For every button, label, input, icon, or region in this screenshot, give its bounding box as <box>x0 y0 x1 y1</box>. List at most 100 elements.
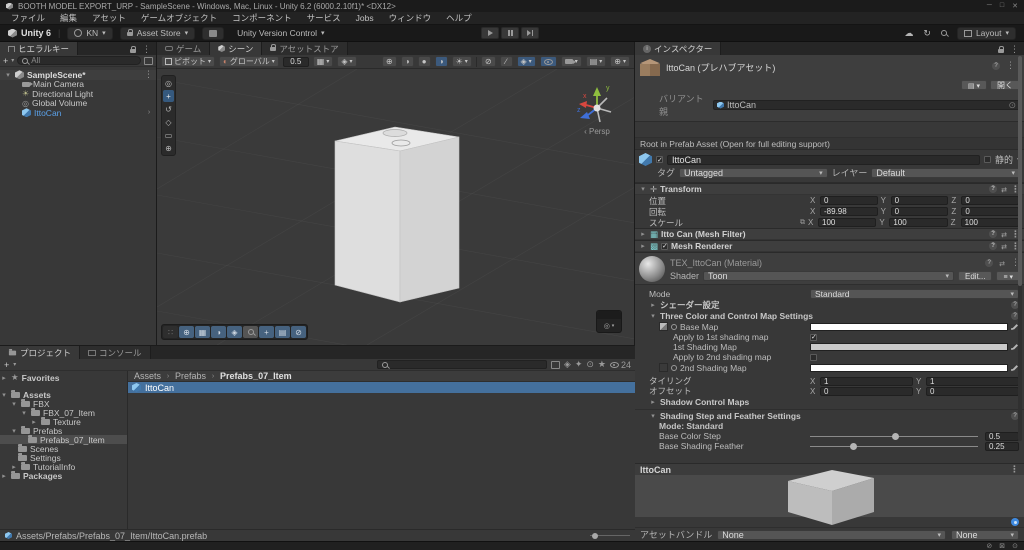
help-icon[interactable] <box>992 61 1000 70</box>
cloud-icon[interactable]: ☁ <box>904 28 913 39</box>
menu-window[interactable]: ウィンドウ <box>382 12 439 25</box>
scale-z-field[interactable]: 100 <box>960 218 1019 227</box>
help-icon[interactable] <box>989 242 998 250</box>
history-icon[interactable]: ↻ <box>923 28 931 39</box>
offset-x-field[interactable]: 0 <box>820 386 913 396</box>
grid-snap-dropdown[interactable]: ▦ ▾ <box>312 56 334 67</box>
foldout-icon[interactable]: ▸ <box>649 301 657 309</box>
play-button[interactable] <box>481 27 499 39</box>
foldout-icon[interactable]: ▸ <box>0 472 8 480</box>
help-icon[interactable] <box>985 258 994 267</box>
position-z-field[interactable]: 0 <box>961 196 1020 205</box>
apply-2nd-checkbox[interactable] <box>810 353 817 361</box>
cam-overlay-dropdown-icon[interactable]: ▾ <box>612 323 615 329</box>
tab-inspector[interactable]: i インスペクター <box>635 42 722 55</box>
orientation-gizmo[interactable]: y x z <box>574 81 620 127</box>
offset-y-field[interactable]: 0 <box>926 386 1019 396</box>
breadcrumb-current[interactable]: Prefabs_07_Item <box>220 371 292 381</box>
effects-dropdown[interactable]: ☀ ▾ <box>451 56 472 67</box>
name-field[interactable]: IttoCan <box>667 154 980 165</box>
hierarchy-item-directional-light[interactable]: ☀ Directional Light <box>0 89 156 99</box>
console-messages-icon[interactable]: ⊠ <box>999 542 1005 550</box>
space-dropdown[interactable]: ◐ グローバル ▾ <box>219 56 279 67</box>
minimize-button[interactable]: ─ <box>987 2 992 10</box>
snap-increment-dropdown[interactable]: ◈ ▾ <box>337 56 357 67</box>
scale-y-field[interactable]: 100 <box>889 218 948 227</box>
texture-thumb-icon[interactable] <box>659 322 668 331</box>
add-dropdown-icon[interactable]: ▾ <box>13 361 16 368</box>
menu-help[interactable]: ヘルプ <box>439 12 479 25</box>
search-log-icon[interactable]: ⊙ <box>586 359 594 370</box>
asset-item-ittocan[interactable]: IttoCan <box>128 382 635 393</box>
lock-icon[interactable] <box>998 46 1004 53</box>
grid-dropdown[interactable]: ▤ ▾ <box>585 56 607 67</box>
scene-row[interactable]: ▾ SampleScene* <box>0 70 156 80</box>
second-shading-color-swatch[interactable] <box>810 363 1008 372</box>
menu-gameobject[interactable]: ゲームオブジェクト <box>134 12 224 25</box>
tree-item-scenes[interactable]: Scenes <box>0 443 127 454</box>
mode-dropdown[interactable]: Standard <box>810 288 1019 299</box>
scene-menu-icon[interactable] <box>144 69 153 80</box>
search-window-icon[interactable] <box>550 360 560 369</box>
three-color-foldout[interactable]: ▾ Three Color and Control Map Settings <box>635 310 1024 321</box>
shader-settings-foldout[interactable]: ▸ シェーダー設定 <box>635 299 1024 310</box>
tree-item-favorites[interactable]: ▸ ★ Favorites <box>0 372 127 383</box>
apply-1st-checkbox[interactable] <box>810 333 817 341</box>
favorites-star-icon[interactable]: ★ <box>598 359 606 370</box>
overlay-snap-button[interactable]: ◈ <box>227 326 242 338</box>
scale-link-icon[interactable]: ⧉ <box>800 219 805 227</box>
pause-button[interactable] <box>501 27 519 39</box>
tiling-x-field[interactable]: 1 <box>820 376 913 386</box>
maximize-button[interactable]: □ <box>1000 2 1004 10</box>
hierarchy-search-input[interactable]: All <box>17 56 141 65</box>
base-feather-field[interactable]: 0.25 <box>985 441 1019 451</box>
perspective-label[interactable]: ‹ Persp <box>574 127 620 136</box>
foldout-icon[interactable]: ▸ <box>649 398 657 406</box>
add-button[interactable]: + <box>3 56 8 66</box>
texture-slot-icon[interactable] <box>671 323 677 330</box>
transform-header[interactable]: ▾ ✛ Transform <box>635 183 1024 195</box>
rotation-z-field[interactable]: 0 <box>961 207 1020 216</box>
tab-scene[interactable]: シーン <box>210 42 263 55</box>
hierarchy-item-ittocan[interactable]: IttoCan › <box>0 108 156 118</box>
tab-asset-store[interactable]: アセットストア <box>262 42 348 55</box>
layer-dropdown[interactable]: Default <box>871 167 1020 178</box>
scene-viewport[interactable]: ◎ + ↺ ◇ ▭ ⊕ y x z ‹ Persp ∷ ⊕ ▦ ◑ ◈ + ▤ … <box>157 69 634 345</box>
texture-thumb-icon[interactable] <box>659 363 668 372</box>
menu-services[interactable]: サービス <box>300 12 348 25</box>
overlay-search-button[interactable] <box>243 326 258 338</box>
preset-icon[interactable] <box>1001 241 1007 251</box>
base-feather-slider[interactable] <box>810 441 978 451</box>
mesh-filter-header[interactable]: ▸ ▦ Itto Can (Mesh Filter) <box>635 228 1024 240</box>
overlay-view-options-button[interactable]: ◑ <box>211 326 226 338</box>
scene-2d-button[interactable]: ◑ <box>400 56 414 67</box>
notifications-muted-icon[interactable]: ⊘ <box>986 542 992 550</box>
shadow-maps-foldout[interactable]: ▸ Shadow Control Maps <box>635 396 1024 407</box>
variant-parent-field[interactable]: IttoCan ⊙ <box>713 100 1020 110</box>
foldout-icon[interactable]: ▸ <box>10 463 18 471</box>
foldout-icon[interactable]: ▾ <box>639 185 647 193</box>
panel-menu-icon[interactable] <box>142 44 151 55</box>
step-button[interactable] <box>521 27 539 39</box>
tab-project[interactable]: プロジェクト <box>0 346 81 359</box>
foldout-icon[interactable]: ▾ <box>10 427 18 435</box>
skybox-toggle-button[interactable]: ◑ <box>434 56 448 67</box>
thumbnail-size-slider[interactable] <box>590 532 630 539</box>
renderer-enabled-checkbox[interactable] <box>661 242 669 250</box>
mesh-renderer-header[interactable]: ▸ ▩ Mesh Renderer <box>635 240 1024 252</box>
active-checkbox[interactable] <box>656 156 663 164</box>
shader-dropdown[interactable]: Toon <box>703 271 954 281</box>
project-search-input[interactable] <box>376 360 547 369</box>
hierarchy-item-main-camera[interactable]: Main Camera <box>0 79 156 89</box>
position-y-field[interactable]: 0 <box>890 196 949 205</box>
breadcrumb-prefabs[interactable]: Prefabs <box>175 371 206 381</box>
camera-dropdown[interactable]: ▾ <box>560 56 582 67</box>
menu-component[interactable]: コンポーネント <box>225 12 299 25</box>
foldout-icon[interactable]: ▸ <box>639 230 647 238</box>
foldout-icon[interactable]: ▸ <box>30 418 38 426</box>
menu-jobs[interactable]: Jobs <box>349 12 381 25</box>
tab-game[interactable]: ゲーム <box>157 42 211 55</box>
material-options-dropdown[interactable]: ≡ ▾ <box>996 271 1020 281</box>
asset-store-dropdown[interactable]: Asset Store ▾ <box>119 26 196 40</box>
account-dropdown[interactable]: KN ▾ <box>67 26 113 40</box>
